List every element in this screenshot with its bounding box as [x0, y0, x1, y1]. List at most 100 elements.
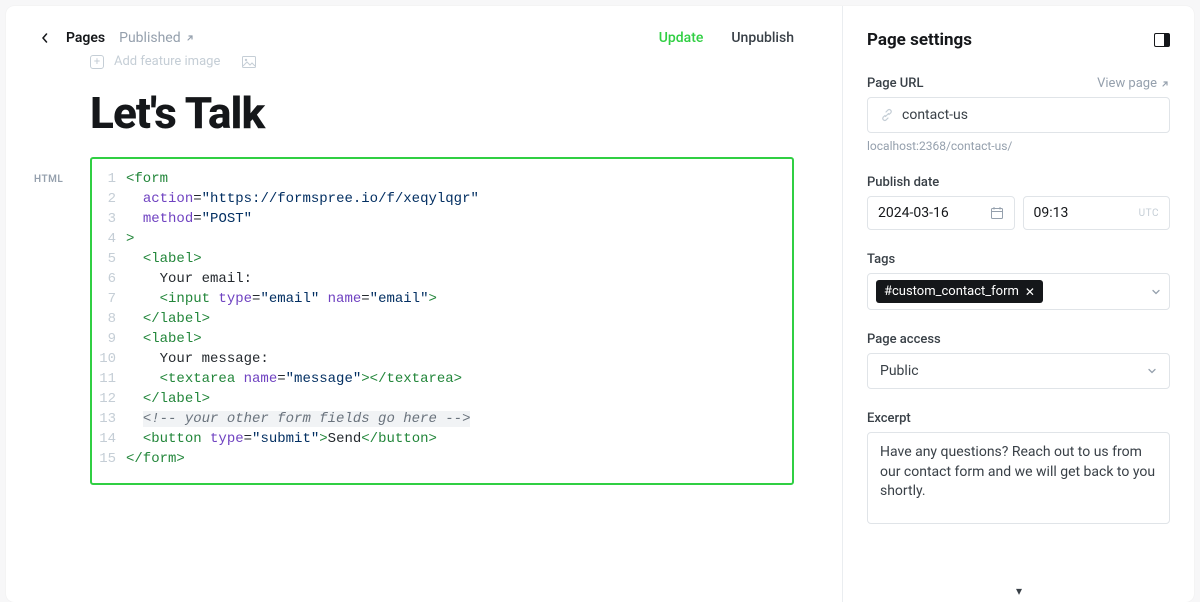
html-code-block[interactable]: 1<form2 action="https://formspree.io/f/x… [90, 157, 794, 485]
tag-remove-button[interactable]: ✕ [1025, 285, 1035, 299]
feature-image-label: Add feature image [114, 54, 220, 69]
page-url-input[interactable]: contact-us [867, 97, 1170, 133]
plus-icon: + [90, 55, 104, 69]
line-number: 11 [98, 369, 126, 389]
code-content[interactable]: method="POST" [126, 209, 252, 229]
feature-image-row[interactable]: + Add feature image [90, 54, 794, 69]
line-number: 3 [98, 209, 126, 229]
code-content[interactable]: </label> [126, 309, 210, 329]
code-content[interactable]: > [126, 229, 134, 249]
settings-sidebar: Page settings Page URL View page contact… [842, 6, 1194, 602]
line-number: 1 [98, 169, 126, 189]
sidebar-header: Page settings [867, 30, 1170, 50]
page-url-value: contact-us [902, 107, 968, 123]
code-line: 6 Your email: [98, 269, 778, 289]
excerpt-label: Excerpt [867, 411, 1170, 426]
code-line: 11 <textarea name="message"></textarea> [98, 369, 778, 389]
code-content[interactable]: Your message: [126, 349, 269, 369]
code-content[interactable]: action="https://formspree.io/f/xeqylqgr" [126, 189, 479, 209]
tags-input[interactable]: #custom_contact_form ✕ [867, 273, 1170, 310]
sidebar-toggle-button[interactable] [1154, 32, 1170, 48]
back-button[interactable] [38, 31, 52, 45]
app-shell: Pages Published Update Unpublish + Add f… [6, 6, 1194, 602]
line-number: 9 [98, 329, 126, 349]
code-line: 2 action="https://formspree.io/f/xeqylqg… [98, 189, 778, 209]
tag-chip[interactable]: #custom_contact_form ✕ [876, 280, 1043, 303]
code-content[interactable]: </form> [126, 449, 185, 469]
topbar: Pages Published Update Unpublish [38, 30, 794, 46]
chevron-left-icon [40, 33, 50, 43]
code-content[interactable]: </label> [126, 389, 210, 409]
line-number: 15 [98, 449, 126, 469]
tag-chip-label: #custom_contact_form [884, 284, 1019, 299]
code-line: 3 method="POST" [98, 209, 778, 229]
code-line: 4> [98, 229, 778, 249]
unpublish-button[interactable]: Unpublish [731, 30, 794, 46]
view-page-link[interactable]: View page [1097, 76, 1170, 91]
page-access-value: Public [880, 363, 919, 379]
line-number: 2 [98, 189, 126, 209]
code-content[interactable]: <textarea name="message"></textarea> [126, 369, 462, 389]
field-publish-date: Publish date 2024-03-16 09:13 UTC [867, 175, 1170, 230]
line-number: 12 [98, 389, 126, 409]
publish-time-value: 09:13 [1034, 205, 1069, 221]
line-number: 7 [98, 289, 126, 309]
line-number: 6 [98, 269, 126, 289]
code-line: 8 </label> [98, 309, 778, 329]
link-icon [880, 108, 894, 122]
line-number: 4 [98, 229, 126, 249]
timezone-label: UTC [1139, 208, 1159, 219]
line-number: 14 [98, 429, 126, 449]
excerpt-textarea[interactable] [867, 432, 1170, 524]
code-line: 15</form> [98, 449, 778, 469]
page-url-label: Page URL [867, 76, 924, 91]
code-line: 12 </label> [98, 389, 778, 409]
code-content[interactable]: <button type="submit">Send</button> [126, 429, 437, 449]
chevron-down-icon [1151, 287, 1161, 297]
editor-content: Let's Talk 1<form2 action="https://forms… [90, 87, 794, 485]
publish-date-value: 2024-03-16 [878, 205, 949, 221]
code-content[interactable]: <label> [126, 329, 202, 349]
block-type-label: HTML [34, 174, 63, 185]
code-line: 7 <input type="email" name="email"> [98, 289, 778, 309]
field-page-access: Page access Public [867, 332, 1170, 389]
line-number: 10 [98, 349, 126, 369]
external-link-icon [185, 33, 195, 43]
page-title[interactable]: Let's Talk [90, 87, 794, 139]
code-line: 14 <button type="submit">Send</button> [98, 429, 778, 449]
code-content[interactable]: <form [126, 169, 168, 189]
page-access-select[interactable]: Public [867, 353, 1170, 389]
external-link-icon [1160, 79, 1170, 89]
image-icon [242, 56, 256, 68]
publish-status[interactable]: Published [119, 30, 194, 46]
code-content[interactable]: <!-- your other form fields go here --> [126, 409, 470, 429]
main-column: Pages Published Update Unpublish + Add f… [6, 6, 842, 602]
code-line: 9 <label> [98, 329, 778, 349]
update-button[interactable]: Update [659, 30, 704, 46]
panel-icon [1154, 33, 1170, 47]
line-number: 8 [98, 309, 126, 329]
page-access-label: Page access [867, 332, 1170, 347]
tags-label: Tags [867, 252, 1170, 267]
settings-title: Page settings [867, 30, 972, 50]
field-tags: Tags #custom_contact_form ✕ [867, 252, 1170, 310]
publish-status-label: Published [119, 30, 180, 46]
field-excerpt: Excerpt [867, 411, 1170, 528]
code-line: 1<form [98, 169, 778, 189]
page-url-helper: localhost:2368/contact-us/ [867, 139, 1170, 153]
code-line: 13 <!-- your other form fields go here -… [98, 409, 778, 429]
chevron-down-icon [1147, 366, 1157, 376]
code-content[interactable]: <label> [126, 249, 202, 269]
field-page-url: Page URL View page contact-us localhost:… [867, 76, 1170, 153]
topbar-left: Pages Published [38, 30, 195, 46]
publish-date-label: Publish date [867, 175, 1170, 190]
publish-time-input[interactable]: 09:13 UTC [1023, 196, 1171, 230]
code-content[interactable]: <input type="email" name="email"> [126, 289, 437, 309]
publish-date-input[interactable]: 2024-03-16 [867, 196, 1015, 230]
code-content[interactable]: Your email: [126, 269, 252, 289]
view-page-text: View page [1097, 76, 1157, 91]
line-number: 13 [98, 409, 126, 429]
line-number: 5 [98, 249, 126, 269]
topbar-right: Update Unpublish [659, 30, 794, 46]
breadcrumb-pages[interactable]: Pages [66, 30, 105, 46]
